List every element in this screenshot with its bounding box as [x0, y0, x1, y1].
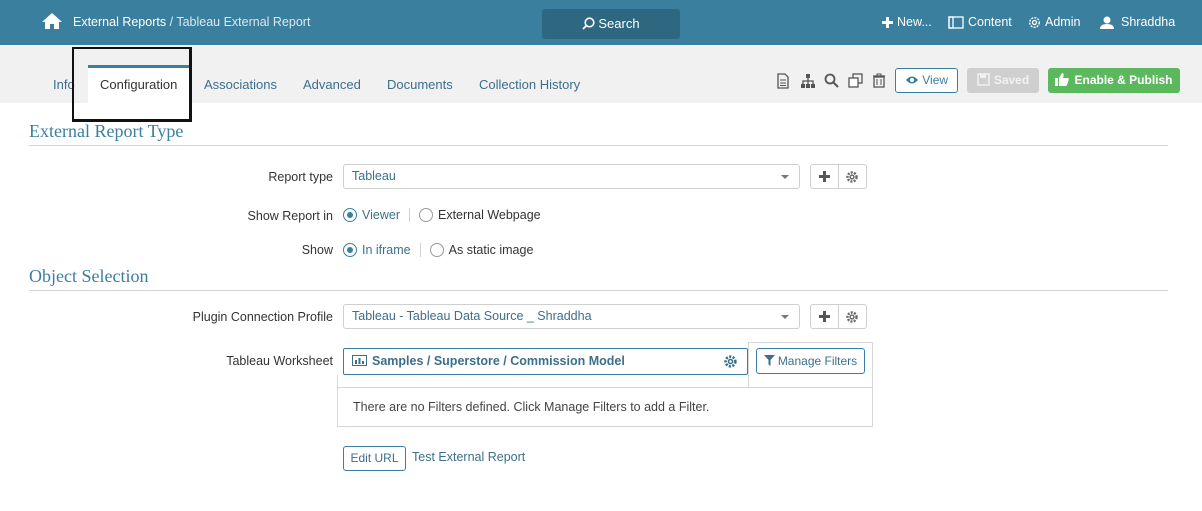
- search-label: Search: [598, 16, 640, 31]
- plus-icon: [818, 311, 830, 322]
- report-type-settings-button[interactable]: [839, 165, 866, 188]
- report-type-select[interactable]: Tableau: [343, 164, 800, 189]
- radio-static-image-label[interactable]: As static image: [449, 243, 534, 257]
- show-report-in-group: Viewer External Webpage: [343, 208, 541, 222]
- worksheet-value: Samples / Superstore / Commission Model: [372, 354, 625, 368]
- save-icon: [977, 73, 990, 86]
- copy-icon[interactable]: [848, 73, 864, 89]
- tab-documents[interactable]: Documents: [387, 77, 453, 92]
- admin-menu-label: Admin: [1045, 15, 1081, 29]
- worksheet-label: Tableau Worksheet: [226, 354, 333, 368]
- home-icon[interactable]: [41, 12, 63, 30]
- show-report-in-label: Show Report in: [247, 209, 333, 223]
- document-icon[interactable]: [776, 73, 792, 89]
- user-menu-label: Shraddha: [1121, 15, 1176, 29]
- edit-url-button[interactable]: Edit URL: [343, 446, 406, 471]
- test-external-report-link[interactable]: Test External Report: [412, 450, 525, 464]
- plus-icon: [882, 16, 893, 28]
- section-divider: [29, 290, 1168, 291]
- filters-panel: There are no Filters defined. Click Mana…: [337, 387, 873, 427]
- gear-icon[interactable]: [724, 355, 737, 368]
- eye-icon: [905, 76, 918, 84]
- radio-external-webpage-label[interactable]: External Webpage: [438, 208, 541, 222]
- chevron-down-icon: [781, 315, 789, 319]
- view-button[interactable]: View: [895, 68, 958, 93]
- breadcrumb-parent-link[interactable]: External Reports: [73, 15, 166, 29]
- tab-active-indicator: [88, 65, 191, 123]
- trash-icon[interactable]: [872, 73, 888, 89]
- show-label: Show: [301, 243, 333, 257]
- plugin-profile-actions: [810, 304, 867, 329]
- add-profile-button[interactable]: [811, 305, 839, 328]
- tab-associations[interactable]: Associations: [204, 77, 277, 92]
- no-filters-message: There are no Filters defined. Click Mana…: [353, 400, 710, 414]
- tab-collection-history[interactable]: Collection History: [479, 77, 580, 92]
- content-menu-label: Content: [968, 15, 1012, 29]
- saved-button: Saved: [967, 68, 1039, 93]
- tab-advanced[interactable]: Advanced: [303, 77, 361, 92]
- section-divider: [29, 145, 1168, 146]
- breadcrumb-current: Tableau External Report: [176, 15, 311, 29]
- radio-in-iframe-label[interactable]: In iframe: [362, 243, 411, 257]
- report-type-label: Report type: [268, 170, 333, 184]
- enable-publish-label: Enable & Publish: [1074, 73, 1173, 87]
- report-type-value: Tableau: [352, 169, 396, 183]
- search-icon: [582, 16, 595, 30]
- breadcrumb: External Reports / Tableau External Repo…: [73, 15, 310, 29]
- user-menu[interactable]: Shraddha: [1100, 15, 1175, 29]
- worksheet-selector[interactable]: Samples / Superstore / Commission Model: [343, 348, 748, 375]
- report-type-actions: [810, 164, 867, 189]
- content-menu[interactable]: Content: [948, 15, 1012, 29]
- folder-icon: [948, 15, 964, 29]
- profile-settings-button[interactable]: [839, 305, 866, 328]
- worksheet-icon: [352, 354, 367, 366]
- gear-icon: [846, 310, 858, 323]
- radio-external-webpage[interactable]: [418, 208, 433, 222]
- search-button[interactable]: Search: [542, 9, 680, 39]
- search-icon[interactable]: [824, 73, 840, 89]
- section-title-object-selection: Object Selection: [29, 266, 149, 286]
- tab-info[interactable]: Info: [53, 77, 75, 92]
- plus-icon: [818, 171, 830, 182]
- new-menu[interactable]: New...: [882, 15, 932, 29]
- top-nav-bar: External Reports / Tableau External Repo…: [0, 0, 1202, 45]
- breadcrumb-separator: /: [166, 15, 177, 29]
- gear-icon: [846, 170, 858, 183]
- plugin-profile-label: Plugin Connection Profile: [192, 310, 333, 324]
- radio-viewer-label[interactable]: Viewer: [362, 208, 400, 222]
- divider: [419, 243, 421, 257]
- chevron-down-icon: [781, 175, 789, 179]
- manage-filters-button[interactable]: Manage Filters: [756, 348, 865, 374]
- gear-icon: [1028, 16, 1041, 28]
- show-group: In iframe As static image: [343, 243, 533, 257]
- filter-icon: [763, 354, 775, 366]
- enable-publish-button[interactable]: Enable & Publish: [1048, 68, 1180, 93]
- divider: [408, 208, 410, 222]
- saved-button-label: Saved: [993, 73, 1030, 87]
- admin-menu[interactable]: Admin: [1028, 15, 1080, 29]
- hierarchy-icon[interactable]: [800, 73, 816, 89]
- thumbs-up-icon: [1055, 72, 1070, 86]
- toolbar-icons: [776, 73, 888, 89]
- user-icon: [1100, 16, 1114, 29]
- add-report-type-button[interactable]: [811, 165, 839, 188]
- new-menu-label: New...: [897, 15, 932, 29]
- manage-filters-label: Manage Filters: [777, 354, 858, 368]
- radio-static-image[interactable]: [429, 243, 444, 257]
- view-button-label: View: [922, 73, 949, 87]
- radio-viewer[interactable]: [343, 208, 357, 222]
- section-title-report-type: External Report Type: [29, 121, 184, 141]
- plugin-profile-select[interactable]: Tableau - Tableau Data Source _ Shraddha: [343, 304, 800, 329]
- radio-in-iframe[interactable]: [343, 243, 357, 257]
- plugin-profile-value: Tableau - Tableau Data Source _ Shraddha: [352, 309, 592, 323]
- tab-configuration[interactable]: Configuration: [100, 77, 177, 92]
